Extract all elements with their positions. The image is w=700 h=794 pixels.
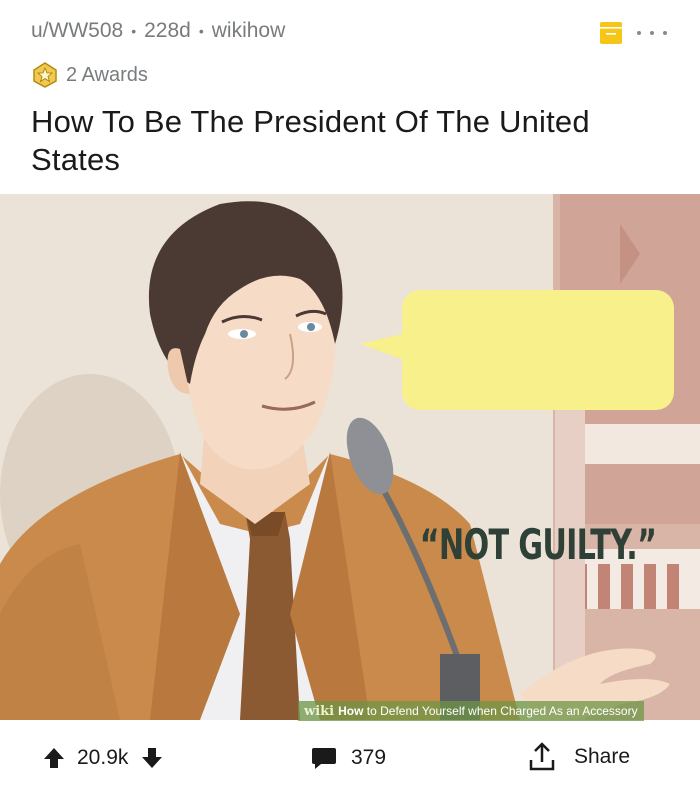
awards-label: 2 Awards (66, 63, 148, 86)
share-button[interactable]: Share (528, 740, 630, 774)
comment-icon (312, 748, 336, 769)
wikihow-watermark: wiki How to Defend Yourself when Charged… (298, 701, 644, 721)
post-footer: 20.9k 379 Share (0, 722, 700, 794)
comments-button[interactable]: 379 (311, 742, 386, 774)
author-link[interactable]: u/WW508 (31, 19, 123, 43)
separator-dot: • (198, 23, 204, 39)
awards-row[interactable]: 2 Awards (32, 60, 148, 90)
share-icon (529, 742, 555, 771)
post-meta: u/WW508 • 228d • wikihow (31, 16, 285, 46)
post-image[interactable]: “NOT GUILTY.” (0, 194, 700, 720)
more-options-icon[interactable] (637, 24, 667, 42)
share-label: Share (574, 745, 631, 768)
post-title[interactable]: How To Be The President Of The United St… (31, 103, 671, 179)
save-icon[interactable] (600, 22, 622, 44)
watermark-how: How (338, 704, 364, 718)
award-icon (33, 62, 57, 88)
vote-group: 20.9k (42, 742, 164, 774)
illustration (0, 194, 700, 720)
vote-score: 20.9k (77, 746, 129, 769)
downvote-icon[interactable] (140, 746, 164, 770)
comments-count: 379 (351, 746, 387, 769)
speech-bubble-text: “NOT GUILTY.” (419, 519, 657, 569)
post-age: 228d (144, 19, 191, 42)
post-domain[interactable]: wikihow (212, 19, 286, 43)
upvote-icon[interactable] (42, 746, 66, 770)
watermark-brand: wiki (304, 703, 335, 719)
watermark-text: to Defend Yourself when Charged As an Ac… (366, 704, 638, 718)
separator-dot: • (131, 23, 137, 39)
